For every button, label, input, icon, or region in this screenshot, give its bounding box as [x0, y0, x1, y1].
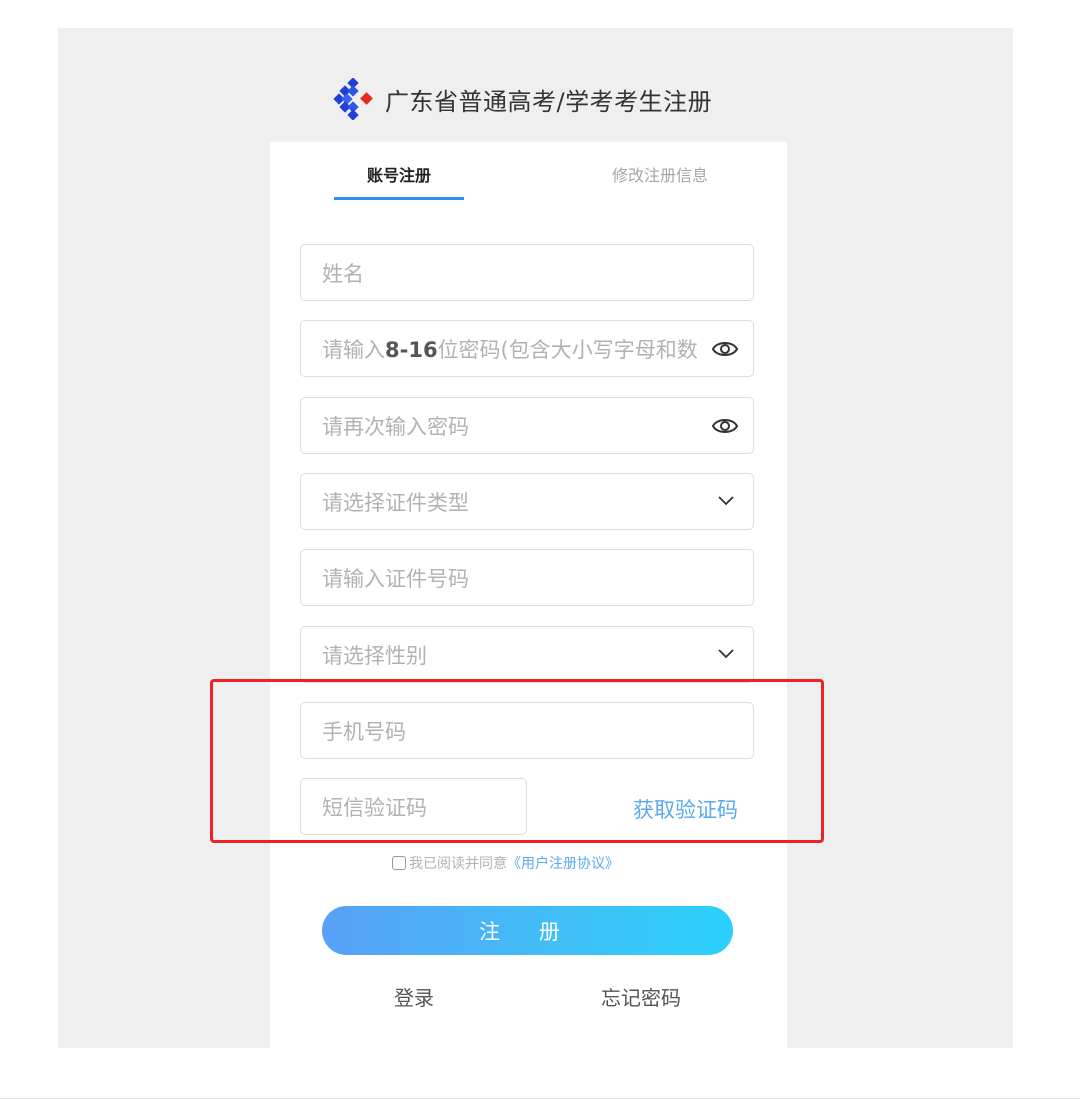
id-type-placeholder: 请选择证件类型: [322, 490, 469, 515]
agreement-link[interactable]: 《用户注册协议》: [507, 853, 619, 873]
name-input[interactable]: 姓名: [300, 244, 754, 301]
gender-placeholder: 请选择性别: [322, 643, 427, 668]
sms-code-placeholder: 短信验证码: [322, 795, 427, 820]
id-type-select[interactable]: 请选择证件类型: [300, 473, 754, 530]
confirm-password-input[interactable]: 请再次输入密码: [300, 397, 754, 454]
page-title: 广东省普通高考/学考考生注册: [385, 87, 713, 116]
chevron-down-icon: [718, 496, 734, 506]
tab-modify-registration[interactable]: 修改注册信息: [595, 162, 725, 186]
confirm-password-placeholder: 请再次输入密码: [322, 414, 469, 439]
agreement-checkbox[interactable]: [392, 856, 406, 870]
forgot-password-link[interactable]: 忘记密码: [601, 982, 681, 1011]
agreement-text: 我已阅读并同意: [409, 856, 507, 872]
eye-icon[interactable]: [711, 337, 739, 361]
gender-select[interactable]: 请选择性别: [300, 626, 754, 683]
tab-account-register[interactable]: 账号注册: [334, 162, 464, 186]
name-placeholder: 姓名: [322, 261, 364, 286]
diamond-logo-icon: [333, 78, 373, 120]
chevron-down-icon: [718, 649, 734, 659]
login-link[interactable]: 登录: [394, 982, 434, 1011]
phone-placeholder: 手机号码: [322, 719, 406, 744]
active-tab-indicator: [334, 197, 464, 200]
get-code-button[interactable]: 获取验证码: [633, 794, 738, 824]
page-header: 广东省普通高考/学考考生注册: [333, 78, 712, 120]
password-input[interactable]: 请输入8-16位密码(包含大小写字母和数: [300, 320, 754, 377]
registration-card: 账号注册 修改注册信息 姓名 请输入8-16位密码(包含大小写字母和数 请再次输…: [270, 142, 787, 1048]
register-button[interactable]: 注 册: [322, 906, 733, 955]
id-number-placeholder: 请输入证件号码: [322, 566, 469, 591]
eye-icon[interactable]: [711, 414, 739, 438]
id-number-input[interactable]: 请输入证件号码: [300, 549, 754, 606]
phone-input[interactable]: 手机号码: [300, 702, 754, 759]
agreement-row: 我已阅读并同意 《用户注册协议》: [392, 853, 619, 873]
sms-code-input[interactable]: 短信验证码: [300, 778, 527, 835]
password-placeholder: 请输入8-16位密码(包含大小写字母和数: [322, 337, 698, 362]
